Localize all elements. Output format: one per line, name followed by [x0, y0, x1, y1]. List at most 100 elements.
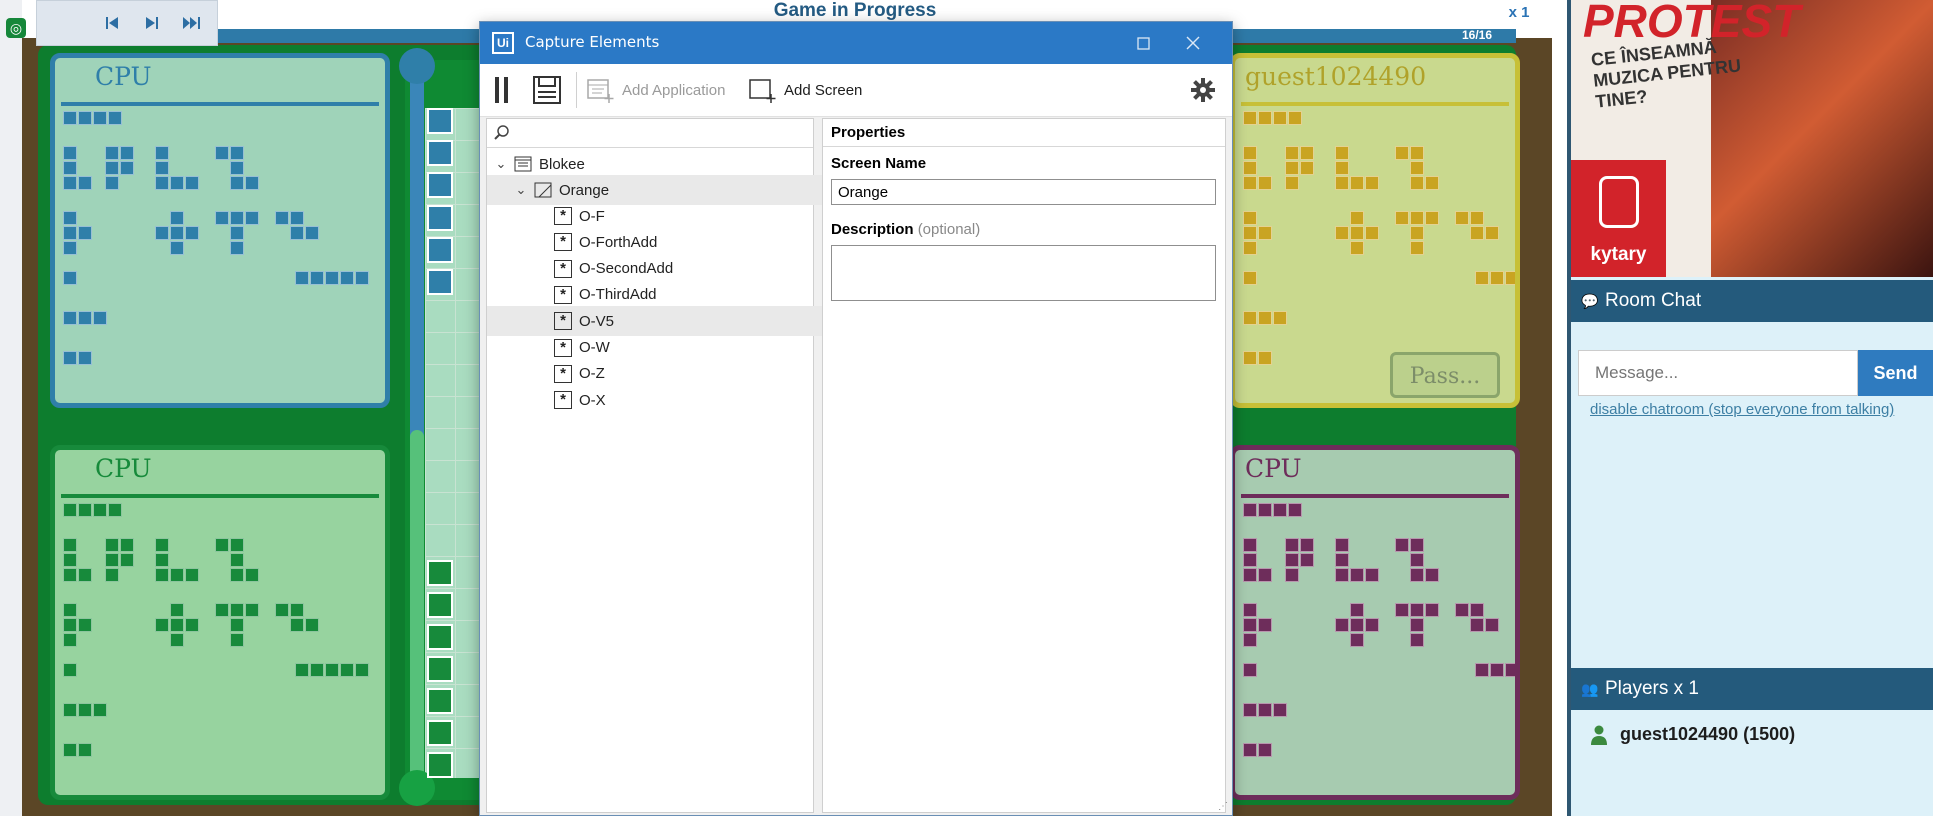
- piece-block[interactable]: [1243, 241, 1257, 255]
- chevron-down-icon[interactable]: ⌄: [513, 182, 529, 198]
- piece-block[interactable]: [185, 618, 199, 632]
- piece-block[interactable]: [245, 211, 259, 225]
- piece-block[interactable]: [63, 111, 77, 125]
- piece-block[interactable]: [170, 226, 184, 240]
- piece-block[interactable]: [230, 538, 244, 552]
- board-tile[interactable]: [427, 560, 453, 586]
- piece-block[interactable]: [120, 161, 134, 175]
- piece-block[interactable]: [1335, 568, 1349, 582]
- piece-block[interactable]: [170, 568, 184, 582]
- piece-block[interactable]: [78, 311, 92, 325]
- screen-name-input[interactable]: [831, 179, 1216, 205]
- piece-block[interactable]: [93, 703, 107, 717]
- piece-block[interactable]: [310, 271, 324, 285]
- piece-block[interactable]: [1243, 351, 1257, 365]
- piece-block[interactable]: [155, 146, 169, 160]
- piece-block[interactable]: [1285, 176, 1299, 190]
- piece-block[interactable]: [305, 226, 319, 240]
- piece-block[interactable]: [1243, 226, 1257, 240]
- piece-block[interactable]: [1410, 146, 1424, 160]
- piece-block[interactable]: [215, 603, 229, 617]
- piece-block[interactable]: [120, 146, 134, 160]
- board-tile[interactable]: [427, 592, 453, 618]
- piece-block[interactable]: [1285, 146, 1299, 160]
- piece-block[interactable]: [1273, 703, 1287, 717]
- piece-block[interactable]: [230, 161, 244, 175]
- piece-block[interactable]: [1258, 351, 1272, 365]
- piece-block[interactable]: [1395, 146, 1409, 160]
- pass-button[interactable]: Pass...: [1390, 352, 1500, 398]
- piece-block[interactable]: [108, 503, 122, 517]
- save-button[interactable]: [532, 74, 562, 106]
- piece-block[interactable]: [355, 663, 369, 677]
- piece-block[interactable]: [1475, 663, 1489, 677]
- piece-block[interactable]: [1395, 211, 1409, 225]
- piece-block[interactable]: [1410, 538, 1424, 552]
- piece-block[interactable]: [63, 241, 77, 255]
- piece-block[interactable]: [1243, 146, 1257, 160]
- piece-block[interactable]: [1285, 553, 1299, 567]
- piece-block[interactable]: [63, 663, 77, 677]
- piece-block[interactable]: [1425, 176, 1439, 190]
- piece-block[interactable]: [1243, 311, 1257, 325]
- piece-block[interactable]: [275, 211, 289, 225]
- piece-block[interactable]: [78, 351, 92, 365]
- board-tile[interactable]: [427, 237, 453, 263]
- add-application-button[interactable]: Add Application: [586, 74, 725, 106]
- piece-block[interactable]: [215, 211, 229, 225]
- resize-grip-icon[interactable]: ⋰: [1218, 801, 1230, 813]
- piece-block[interactable]: [230, 146, 244, 160]
- piece-block[interactable]: [1243, 503, 1257, 517]
- piece-block[interactable]: [105, 553, 119, 567]
- piece-block[interactable]: [1243, 538, 1257, 552]
- piece-block[interactable]: [290, 211, 304, 225]
- piece-block[interactable]: [105, 568, 119, 582]
- piece-block[interactable]: [63, 743, 77, 757]
- piece-block[interactable]: [185, 226, 199, 240]
- piece-block[interactable]: [63, 553, 77, 567]
- piece-block[interactable]: [1490, 663, 1504, 677]
- piece-block[interactable]: [63, 603, 77, 617]
- piece-block[interactable]: [1425, 603, 1439, 617]
- piece-block[interactable]: [78, 226, 92, 240]
- piece-block[interactable]: [1470, 603, 1484, 617]
- piece-block[interactable]: [1243, 176, 1257, 190]
- board-tile[interactable]: [427, 720, 453, 746]
- piece-block[interactable]: [310, 663, 324, 677]
- piece-block[interactable]: [63, 311, 77, 325]
- piece-block[interactable]: [1410, 603, 1424, 617]
- piece-block[interactable]: [78, 618, 92, 632]
- piece-block[interactable]: [1243, 603, 1257, 617]
- piece-block[interactable]: [185, 568, 199, 582]
- piece-block[interactable]: [1243, 743, 1257, 757]
- piece-block[interactable]: [215, 538, 229, 552]
- piece-block[interactable]: [155, 538, 169, 552]
- step-back-icon[interactable]: [95, 9, 129, 37]
- piece-block[interactable]: [1258, 743, 1272, 757]
- piece-block[interactable]: [1258, 311, 1272, 325]
- piece-block[interactable]: [230, 241, 244, 255]
- board-tile[interactable]: [427, 624, 453, 650]
- piece-block[interactable]: [1258, 618, 1272, 632]
- piece-block[interactable]: [120, 538, 134, 552]
- piece-block[interactable]: [1243, 161, 1257, 175]
- piece-block[interactable]: [1425, 568, 1439, 582]
- piece-block[interactable]: [1243, 663, 1257, 677]
- piece-block[interactable]: [1258, 226, 1272, 240]
- piece-block[interactable]: [120, 553, 134, 567]
- piece-block[interactable]: [170, 211, 184, 225]
- piece-block[interactable]: [170, 618, 184, 632]
- board-tile[interactable]: [427, 688, 453, 714]
- skip-end-icon[interactable]: [175, 9, 209, 37]
- piece-block[interactable]: [1410, 241, 1424, 255]
- piece-block[interactable]: [1335, 553, 1349, 567]
- piece-block[interactable]: [1300, 146, 1314, 160]
- piece-block[interactable]: [1455, 603, 1469, 617]
- piece-block[interactable]: [1335, 176, 1349, 190]
- dialog-titlebar[interactable]: Ui Capture Elements: [480, 22, 1232, 64]
- piece-block[interactable]: [105, 176, 119, 190]
- piece-block[interactable]: [1258, 703, 1272, 717]
- piece-block[interactable]: [63, 703, 77, 717]
- piece-block[interactable]: [1475, 271, 1489, 285]
- piece-block[interactable]: [230, 226, 244, 240]
